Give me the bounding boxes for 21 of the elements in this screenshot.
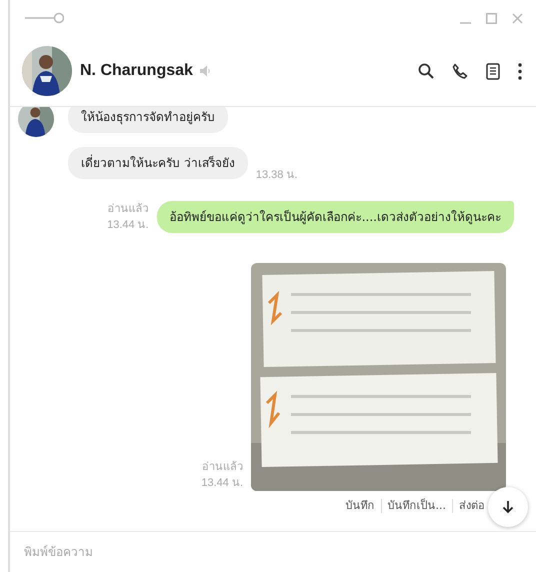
note-icon[interactable] xyxy=(486,62,500,80)
search-icon[interactable] xyxy=(418,63,434,79)
arrow-down-icon xyxy=(502,500,514,514)
avatar[interactable] xyxy=(18,107,54,137)
message-bubble: อ้อทิพย์ขอแค่ดูว่าใครเป็นผู้คัดเลือกค่ะ....เดวส่งตัวอย่างให้ดูนะคะ xyxy=(156,201,514,233)
avatar[interactable] xyxy=(22,46,72,96)
phone-icon[interactable] xyxy=(452,63,468,79)
message-input[interactable]: พิมพ์ข้อความ xyxy=(22,544,524,560)
message-bubble: ให้น้องธุรการจัดทำอยู่ครับ xyxy=(68,107,228,133)
timestamp: 13.44 น. xyxy=(107,218,149,233)
read-status: อ่านแล้ว xyxy=(202,460,243,475)
contact-name: N. Charungsak xyxy=(80,62,193,80)
timestamp: 13.38 น. xyxy=(256,168,298,183)
message-bubble: เดี่ยวตามให้นะครับ ว่าเสร็จยัง xyxy=(68,147,248,179)
more-icon[interactable] xyxy=(518,62,522,80)
pin-slider-icon[interactable] xyxy=(24,12,64,24)
timestamp: 13.44 น. xyxy=(201,476,243,491)
action-link[interactable]: บันทึก xyxy=(340,499,380,513)
action-link[interactable]: บันทึกเป็น... xyxy=(380,499,452,513)
scroll-down-button[interactable] xyxy=(488,487,528,527)
read-status: อ่านแล้ว xyxy=(108,202,149,217)
